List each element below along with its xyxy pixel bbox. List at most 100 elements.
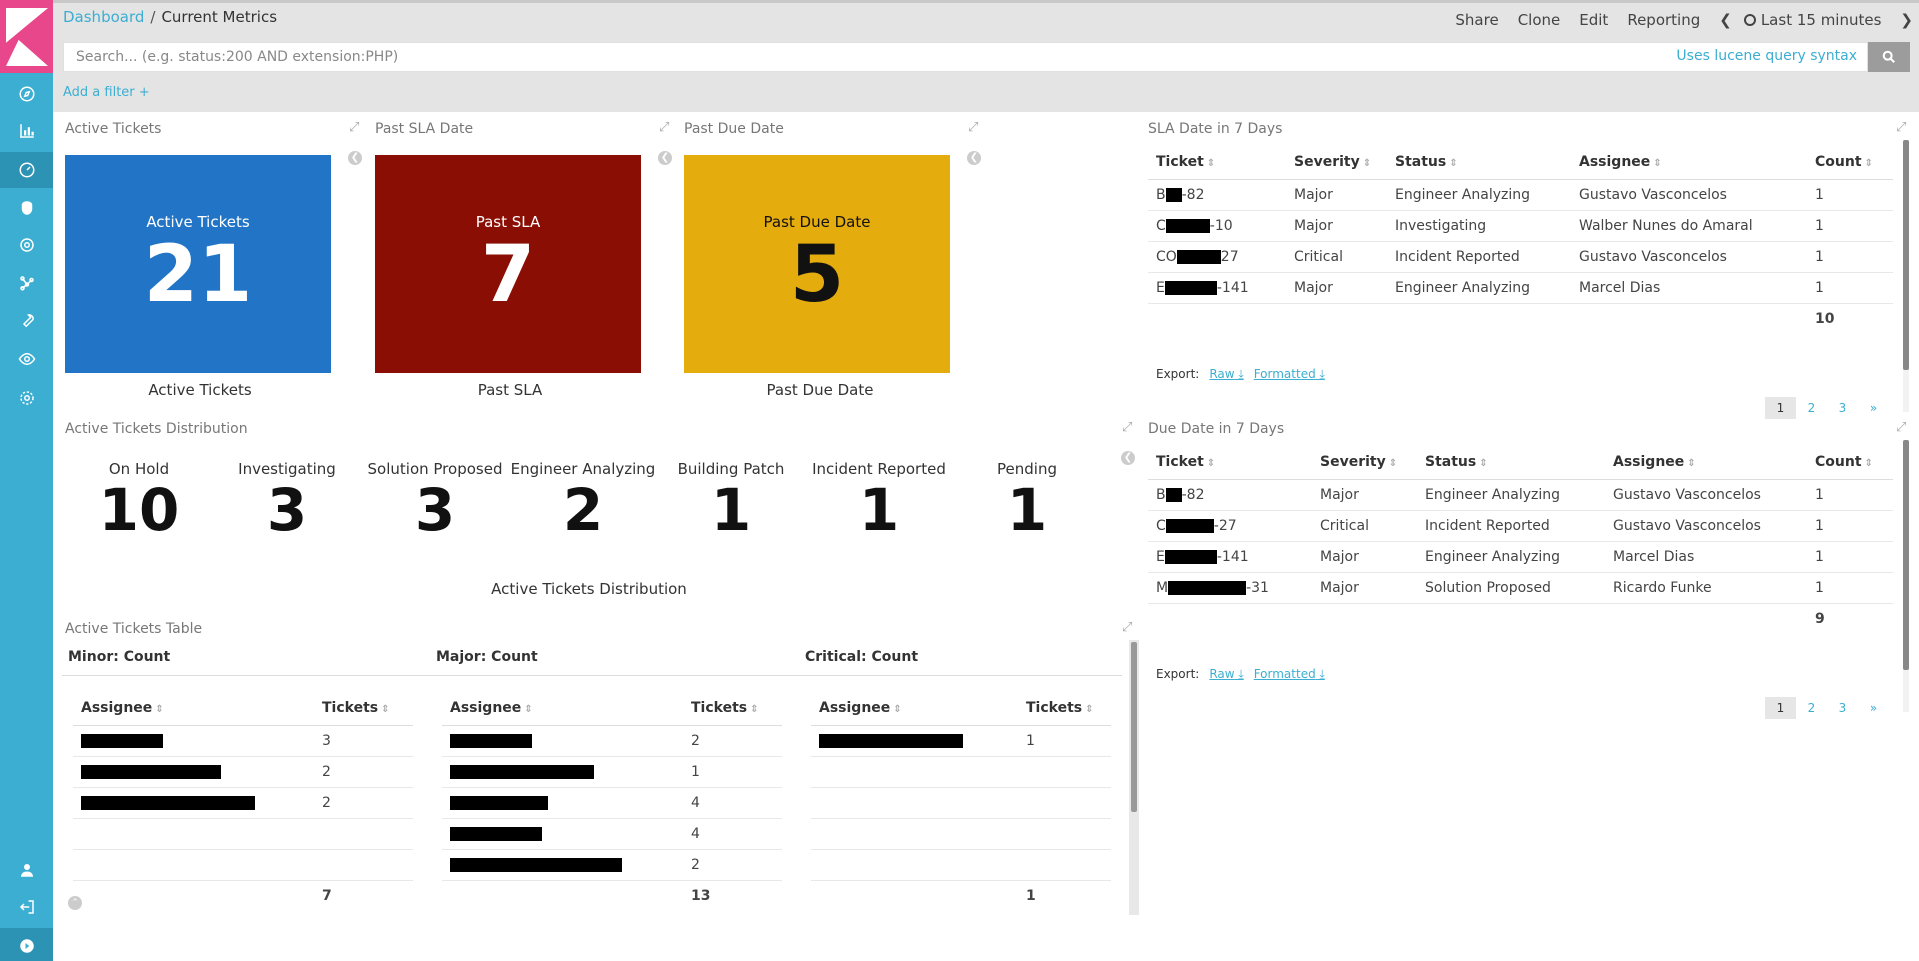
page-1[interactable]: 1 (1765, 397, 1796, 419)
col-header-status[interactable]: Status ⇕ (1387, 146, 1571, 180)
page-3[interactable]: 3 (1827, 397, 1858, 419)
page-2[interactable]: 2 (1796, 697, 1827, 719)
col-header-assignee[interactable]: Assignee ⇕ (442, 692, 683, 726)
expand-icon[interactable]: ⤢ (659, 121, 671, 134)
col-header-tickets[interactable]: Tickets ⇕ (683, 692, 782, 726)
col-header-severity[interactable]: Severity ⇕ (1312, 446, 1417, 480)
metric-past-due: Past Due Date 5 (684, 155, 950, 373)
ml-icon[interactable] (0, 227, 53, 263)
panel-title-distribution: Active Tickets Distribution (65, 421, 248, 437)
discover-icon[interactable] (0, 76, 53, 112)
page-next[interactable]: » (1858, 397, 1889, 419)
user-icon[interactable] (0, 852, 53, 888)
add-filter-link[interactable]: Add a filter + (63, 85, 150, 100)
expand-icon[interactable]: ⤢ (1896, 121, 1908, 134)
export-bar: Export: Raw ⤓ Formatted ⤓ (1156, 367, 1325, 381)
table-row: 2 (442, 849, 782, 881)
col-header-assignee[interactable]: Assignee ⇕ (811, 692, 1018, 726)
collapse-nav-icon[interactable] (0, 928, 53, 961)
export-formatted-link[interactable]: Formatted ⤓ (1254, 667, 1325, 681)
page-next[interactable]: » (1858, 697, 1889, 719)
timelion-icon[interactable] (0, 190, 53, 226)
clone-button[interactable]: Clone (1518, 11, 1561, 29)
logout-icon[interactable] (0, 889, 53, 925)
export-raw-link[interactable]: Raw ⤓ (1209, 367, 1243, 381)
dist-item-engineer-analyzing: Engineer Analyzing 2 (509, 460, 657, 542)
col-header-ticket[interactable]: Ticket ⇕ (1148, 446, 1312, 480)
chevron-left-icon[interactable]: ❮ (1719, 11, 1732, 29)
expand-icon[interactable]: ⤢ (1122, 421, 1134, 434)
dashboard-icon[interactable] (0, 152, 53, 188)
export-formatted-link[interactable]: Formatted ⤓ (1254, 367, 1325, 381)
time-picker[interactable]: Last 15 minutes (1743, 11, 1882, 29)
dist-item-on-hold: On Hold 10 (65, 460, 213, 542)
time-range-label: Last 15 minutes (1760, 11, 1882, 29)
expand-icon[interactable]: ⤢ (1122, 621, 1134, 634)
page-3[interactable]: 3 (1827, 697, 1858, 719)
wrench-icon[interactable] (0, 303, 53, 339)
dist-value: 3 (266, 476, 308, 544)
table-row: B -82 Major Engineer Analyzing Gustavo Vasco… (1148, 179, 1893, 211)
metric-label: Active Tickets (146, 213, 250, 231)
col-header-count[interactable]: Count ⇕ (1807, 446, 1893, 480)
graph-icon[interactable] (0, 265, 53, 301)
col-header-tickets[interactable]: Tickets ⇕ (1018, 692, 1111, 726)
scrollbar[interactable] (1903, 440, 1909, 712)
col-header-ticket[interactable]: Ticket ⇕ (1148, 146, 1286, 180)
top-nav: Dashboard / Current Metrics Share Clone Ed… (53, 0, 1919, 40)
edit-button[interactable]: Edit (1579, 11, 1608, 29)
page-1[interactable]: 1 (1765, 697, 1796, 719)
scrollbar[interactable] (1903, 140, 1909, 412)
table-row (73, 849, 413, 881)
expand-icon[interactable]: ⤢ (968, 121, 980, 134)
group-header-major: Major: Count (436, 649, 538, 665)
col-header-tickets[interactable]: Tickets ⇕ (314, 692, 413, 726)
share-button[interactable]: Share (1455, 11, 1498, 29)
col-header-assignee[interactable]: Assignee ⇕ (73, 692, 314, 726)
minor-table: Assignee ⇕ Tickets ⇕ 3 2 2 7 (73, 692, 413, 911)
breadcrumb-current: Current Metrics (161, 8, 278, 26)
pagination: 1 2 3 » (1765, 697, 1889, 719)
metric-value: 21 (143, 230, 253, 320)
expand-icon[interactable]: ⤢ (1896, 421, 1908, 434)
page-2[interactable]: 2 (1796, 397, 1827, 419)
metric-value: 7 (480, 230, 536, 320)
expand-icon[interactable]: ⤢ (349, 121, 361, 134)
metric-value: 5 (789, 230, 845, 320)
table-row: 3 (73, 725, 413, 757)
legend-toggle-icon[interactable]: ❮ (1121, 451, 1135, 465)
table-row: 2 (442, 725, 782, 757)
search-input[interactable]: Search... (e.g. status:200 AND extension… (63, 42, 1868, 72)
dist-item-pending: Pending 1 (953, 460, 1101, 542)
col-header-assignee[interactable]: Assignee ⇕ (1605, 446, 1807, 480)
legend-toggle-icon[interactable]: ❮ (658, 151, 672, 165)
legend-toggle-icon[interactable]: ❮ (967, 151, 981, 165)
breadcrumb-dashboard[interactable]: Dashboard (63, 8, 144, 26)
panel-title-active-tickets: Active Tickets (65, 121, 162, 137)
lucene-syntax-link[interactable]: Uses lucene query syntax (1676, 40, 1857, 72)
gear-icon[interactable] (0, 380, 53, 416)
col-header-severity[interactable]: Severity ⇕ (1286, 146, 1387, 180)
export-bar: Export: Raw ⤓ Formatted ⤓ (1156, 667, 1325, 681)
legend-toggle-icon[interactable]: ❮ (348, 151, 362, 165)
panel-title-past-due: Past Due Date (684, 121, 784, 137)
panel-title-past-sla: Past SLA Date (375, 121, 474, 137)
table-row: 4 (442, 818, 782, 850)
scrollbar[interactable] (1129, 640, 1139, 915)
metric-caption: Past Due Date (766, 381, 874, 399)
scroll-up-icon[interactable]: ⌃ (68, 896, 82, 910)
dist-item-building-patch: Building Patch 1 (657, 460, 805, 542)
search-button[interactable] (1868, 42, 1910, 72)
reporting-button[interactable]: Reporting (1627, 11, 1700, 29)
table-row (811, 756, 1111, 788)
kibana-logo[interactable] (0, 0, 53, 73)
visualize-icon[interactable] (0, 113, 53, 149)
col-header-assignee[interactable]: Assignee ⇕ (1571, 146, 1807, 180)
table-row: 2 (73, 756, 413, 788)
export-raw-link[interactable]: Raw ⤓ (1209, 667, 1243, 681)
major-table: Assignee ⇕ Tickets ⇕ 2 1 4 4 2 13 (442, 692, 782, 911)
col-header-count[interactable]: Count ⇕ (1807, 146, 1893, 180)
monitoring-eye-icon[interactable] (0, 341, 53, 377)
chevron-right-icon[interactable]: ❯ (1900, 11, 1913, 29)
col-header-status[interactable]: Status ⇕ (1417, 446, 1605, 480)
